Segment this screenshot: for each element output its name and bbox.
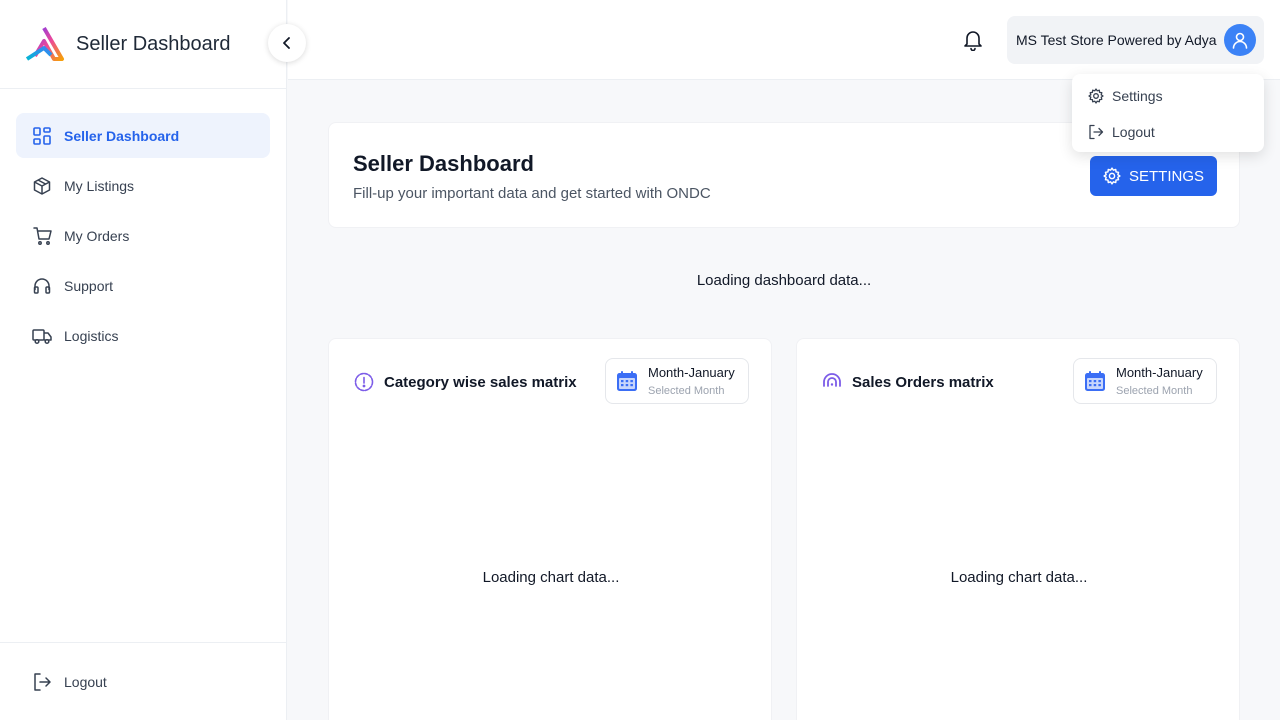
panel-title: Sales Orders matrix <box>821 371 994 393</box>
panel-title-text: Sales Orders matrix <box>852 373 994 391</box>
menu-item-logout-label: Logout <box>1112 124 1155 140</box>
menu-item-settings-label: Settings <box>1112 88 1163 104</box>
box-icon <box>32 176 52 196</box>
month-picker[interactable]: Month-January Selected Month <box>605 358 749 404</box>
headphones-icon <box>32 276 52 296</box>
chart-loading-text: Loading chart data... <box>950 569 1088 586</box>
top-header: MS Test Store Powered by Adya <box>288 0 1280 80</box>
month-picker-hint: Selected Month <box>648 384 725 397</box>
menu-item-logout[interactable]: Logout <box>1072 114 1264 150</box>
month-picker-text: Month-January Selected Month <box>648 365 735 398</box>
brand-title: Seller Dashboard <box>76 32 231 55</box>
user-dropdown-menu: Settings Logout <box>1072 74 1264 152</box>
sidebar-item-logistics[interactable]: Logistics <box>16 313 270 358</box>
store-name: MS Test Store Powered by Adya <box>1016 32 1217 48</box>
sidebar-logout[interactable]: Logout <box>0 642 287 720</box>
page-title: Seller Dashboard <box>353 151 534 176</box>
sidebar: Seller Dashboard Seller Dashboard My Lis… <box>0 0 287 720</box>
grid-icon <box>32 126 52 146</box>
gear-icon <box>1088 88 1104 104</box>
sidebar-item-support[interactable]: Support <box>16 263 270 308</box>
month-picker-text: Month-January Selected Month <box>1116 365 1203 398</box>
alert-badge-icon <box>354 372 374 392</box>
gear-icon <box>1103 167 1121 185</box>
sidebar-item-seller-dashboard[interactable]: Seller Dashboard <box>16 113 270 158</box>
sidebar-logout-label: Logout <box>64 673 107 690</box>
sidebar-item-label: Support <box>64 277 114 294</box>
panel-title: Category wise sales matrix <box>353 371 577 393</box>
settings-button[interactable]: SETTINGS <box>1090 156 1217 196</box>
sidebar-nav: Seller Dashboard My Listings My Orders S… <box>0 89 286 358</box>
sidebar-item-label: My Listings <box>64 177 135 194</box>
page-subtitle: Fill-up your important data and get star… <box>353 185 711 202</box>
calendar-icon <box>617 371 637 391</box>
menu-item-settings[interactable]: Settings <box>1072 78 1264 114</box>
bell-icon[interactable] <box>962 29 984 51</box>
panel-title-text: Category wise sales matrix <box>384 373 577 391</box>
category-sales-panel: Category wise sales matrix Month-January… <box>328 338 772 720</box>
collapse-sidebar-button[interactable] <box>268 24 306 62</box>
chevron-left-icon <box>283 37 290 49</box>
avatar <box>1224 24 1256 56</box>
sidebar-item-my-listings[interactable]: My Listings <box>16 163 270 208</box>
month-picker-hint: Selected Month <box>1116 384 1193 397</box>
user-menu-button[interactable]: MS Test Store Powered by Adya <box>1007 16 1264 64</box>
calendar-icon <box>1085 371 1105 391</box>
sales-orders-panel: Sales Orders matrix Month-January Select… <box>796 338 1240 720</box>
chart-loading-text: Loading chart data... <box>482 569 620 586</box>
dashboard-loading-text: Loading dashboard data... <box>696 272 872 289</box>
sidebar-item-my-orders[interactable]: My Orders <box>16 213 270 258</box>
cart-icon <box>32 226 52 246</box>
adya-logo-icon <box>25 26 64 61</box>
sidebar-item-label: My Orders <box>64 227 130 244</box>
support-agent-icon <box>823 373 841 387</box>
month-picker-value: Month-January <box>1116 364 1203 380</box>
logout-icon <box>32 672 52 692</box>
month-picker[interactable]: Month-January Selected Month <box>1073 358 1217 404</box>
brand: Seller Dashboard <box>0 0 286 89</box>
truck-icon <box>32 326 52 346</box>
sidebar-item-label: Logistics <box>64 327 119 344</box>
logout-icon <box>1089 124 1104 140</box>
settings-button-label: SETTINGS <box>1128 167 1204 185</box>
user-icon <box>1232 32 1248 49</box>
sidebar-item-label: Seller Dashboard <box>64 127 180 144</box>
month-picker-value: Month-January <box>648 364 735 380</box>
